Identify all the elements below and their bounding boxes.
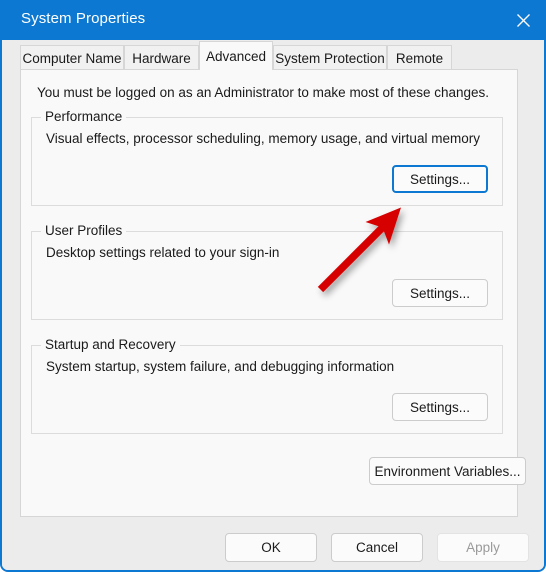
tab-advanced[interactable]: Advanced <box>199 41 273 70</box>
group-legend: User Profiles <box>41 223 127 238</box>
system-properties-window: System Properties Computer Name Hardware… <box>0 0 546 572</box>
advanced-tab-panel: You must be logged on as an Administrato… <box>20 69 526 517</box>
tab-strip: Computer Name Hardware Advanced System P… <box>2 40 544 70</box>
tab-label: Hardware <box>132 50 191 66</box>
window-title: System Properties <box>21 10 146 27</box>
dialog-footer: OK Cancel Apply <box>2 517 544 570</box>
group-description: Visual effects, processor scheduling, me… <box>46 131 480 146</box>
startup-recovery-settings-button[interactable]: Settings... <box>392 393 488 421</box>
tab-hardware[interactable]: Hardware <box>124 45 199 70</box>
group-description: Desktop settings related to your sign-in <box>46 245 280 260</box>
tab-label: Computer Name <box>22 50 122 66</box>
tab-label: System Protection <box>275 50 385 66</box>
user-profiles-settings-button[interactable]: Settings... <box>392 279 488 307</box>
environment-variables-button[interactable]: Environment Variables... <box>369 457 526 485</box>
group-performance: Performance Visual effects, processor sc… <box>31 109 503 206</box>
ok-button[interactable]: OK <box>225 533 317 562</box>
group-description: System startup, system failure, and debu… <box>46 359 395 374</box>
tab-label: Remote <box>395 50 444 66</box>
tab-system-protection[interactable]: System Protection <box>273 45 387 70</box>
tab-remote[interactable]: Remote <box>387 45 452 70</box>
performance-settings-button[interactable]: Settings... <box>392 165 488 193</box>
tab-label: Advanced <box>205 48 267 64</box>
tab-computer-name[interactable]: Computer Name <box>20 45 124 70</box>
close-icon[interactable] <box>500 0 544 40</box>
title-bar: System Properties <box>2 0 544 40</box>
group-startup-and-recovery: Startup and Recovery System startup, sys… <box>31 337 503 434</box>
group-legend: Startup and Recovery <box>41 337 180 352</box>
administrator-notice: You must be logged on as an Administrato… <box>37 85 490 100</box>
apply-button: Apply <box>437 533 529 562</box>
group-user-profiles: User Profiles Desktop settings related t… <box>31 223 503 320</box>
cancel-button[interactable]: Cancel <box>331 533 423 562</box>
group-legend: Performance <box>41 109 127 124</box>
